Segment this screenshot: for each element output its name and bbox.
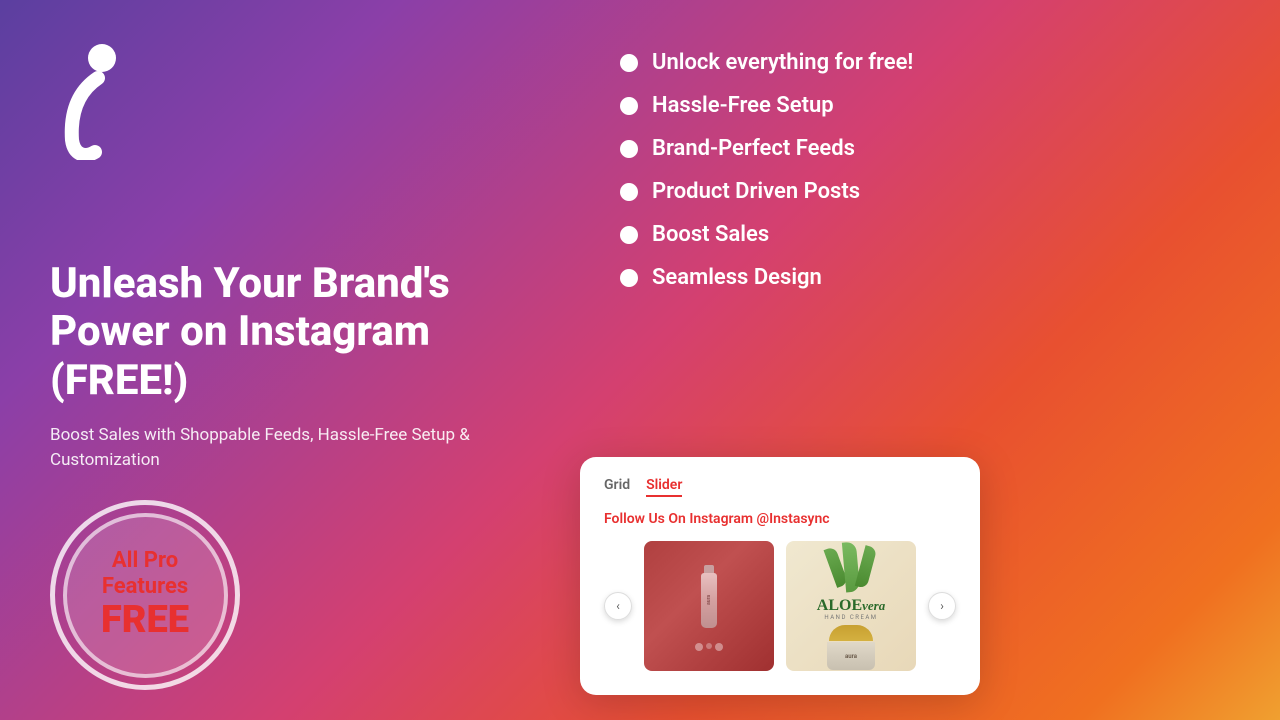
tab-grid[interactable]: Grid xyxy=(604,477,630,497)
bullet-icon xyxy=(620,140,638,158)
bullet-icon xyxy=(620,269,638,287)
bullet-icon xyxy=(620,226,638,244)
app-logo xyxy=(50,40,120,160)
feature-text-5: Boost Sales xyxy=(652,222,769,247)
aloe-sub: HAND CREAM xyxy=(817,614,885,621)
feature-text-4: Product Driven Posts xyxy=(652,179,860,204)
feature-text-6: Seamless Design xyxy=(652,265,822,290)
widget-follow-title: Follow Us On Instagram @Instasync xyxy=(604,511,956,527)
feature-item-4: Product Driven Posts xyxy=(620,179,1220,204)
hero-title: Unleash Your Brand's Power on Instagram … xyxy=(50,260,530,405)
bullet-icon xyxy=(620,183,638,201)
widget-handle: @Instasync xyxy=(757,511,830,527)
feature-item-3: Brand-Perfect Feeds xyxy=(620,136,1220,161)
aloe-italic: vera xyxy=(862,598,885,613)
badge-free: FREE xyxy=(101,600,189,642)
feature-item-1: Unlock everything for free! xyxy=(620,50,1220,75)
bullet-icon xyxy=(620,54,638,72)
jar-brand-label: aura xyxy=(845,653,857,660)
instagram-widget-card: Grid Slider Follow Us On Instagram @Inst… xyxy=(580,457,980,695)
feature-text-1: Unlock everything for free! xyxy=(652,50,913,75)
left-panel: Unleash Your Brand's Power on Instagram … xyxy=(0,0,580,720)
features-list: Unlock everything for free! Hassle-Free … xyxy=(620,50,1220,308)
product-image-2: ALOEvera HAND CREAM aura xyxy=(786,541,916,671)
right-panel: Unlock everything for free! Hassle-Free … xyxy=(580,0,1280,720)
feature-text-3: Brand-Perfect Feeds xyxy=(652,136,855,161)
aloe-title: ALOE xyxy=(817,597,862,614)
pro-features-badge: All Pro Features FREE xyxy=(50,500,240,690)
hero-subtitle: Boost Sales with Shoppable Feeds, Hassle… xyxy=(50,423,470,474)
widget-next-button[interactable]: › xyxy=(928,592,956,620)
tab-slider[interactable]: Slider xyxy=(646,477,682,497)
bullet-icon xyxy=(620,97,638,115)
feature-text-2: Hassle-Free Setup xyxy=(652,93,834,118)
product1-brand-label: aura xyxy=(706,595,712,605)
widget-prev-button[interactable]: ‹ xyxy=(604,592,632,620)
feature-item-2: Hassle-Free Setup xyxy=(620,93,1220,118)
feature-item-5: Boost Sales xyxy=(620,222,1220,247)
widget-tabs: Grid Slider xyxy=(604,477,956,497)
badge-line1: All Pro Features xyxy=(102,548,188,601)
product-image-1: aura xyxy=(644,541,774,671)
widget-images-row: ‹ aura xyxy=(604,541,956,671)
feature-item-6: Seamless Design xyxy=(620,265,1220,290)
